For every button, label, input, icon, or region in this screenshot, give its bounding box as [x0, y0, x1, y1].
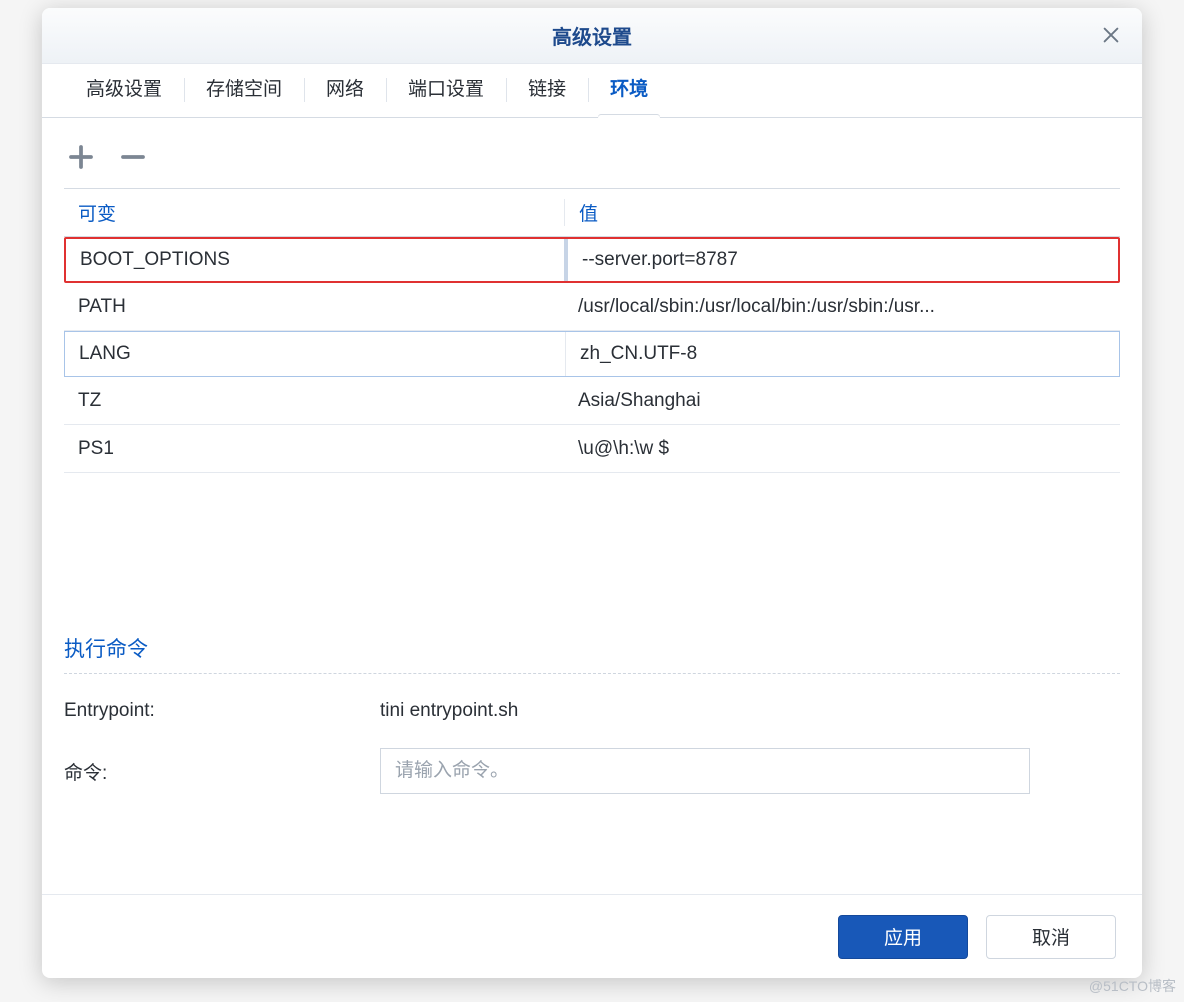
cell-variable[interactable]: BOOT_OPTIONS: [66, 249, 564, 271]
remove-button[interactable]: [116, 140, 150, 174]
cell-variable[interactable]: PATH: [64, 296, 564, 318]
tab-network[interactable]: 网络: [304, 63, 386, 117]
cancel-button[interactable]: 取消: [986, 915, 1116, 959]
cell-value[interactable]: /usr/local/sbin:/usr/local/bin:/usr/sbin…: [564, 296, 1120, 318]
cell-variable[interactable]: LANG: [65, 343, 565, 365]
table-row[interactable]: PATH /usr/local/sbin:/usr/local/bin:/usr…: [64, 283, 1120, 331]
table-row[interactable]: PS1 \u@\h:\w $: [64, 425, 1120, 473]
cell-value[interactable]: --server.port=8787: [564, 239, 1118, 281]
exec-section-title: 执行命令: [64, 633, 1120, 674]
entrypoint-label: Entrypoint:: [64, 700, 380, 722]
settings-dialog: 高级设置 高级设置 存储空间 网络 端口设置 链接 环境 可变 值: [42, 8, 1142, 978]
command-row: 命令:: [64, 748, 1120, 794]
minus-icon: [118, 142, 148, 172]
col-value[interactable]: 值: [564, 199, 1120, 226]
tab-bar: 高级设置 存储空间 网络 端口设置 链接 环境: [42, 64, 1142, 118]
dialog-title: 高级设置: [552, 21, 632, 50]
entrypoint-value: tini entrypoint.sh: [380, 700, 1120, 722]
env-toolbar: [64, 136, 1120, 188]
cell-value[interactable]: \u@\h:\w $: [564, 438, 1120, 460]
entrypoint-row: Entrypoint: tini entrypoint.sh: [64, 700, 1120, 722]
tab-storage[interactable]: 存储空间: [184, 63, 304, 117]
cell-value[interactable]: zh_CN.UTF-8: [565, 332, 1119, 376]
add-button[interactable]: [64, 140, 98, 174]
title-bar: 高级设置: [42, 8, 1142, 64]
env-table: 可变 值 BOOT_OPTIONS --server.port=8787 PAT…: [64, 188, 1120, 473]
close-button[interactable]: [1100, 24, 1124, 48]
tab-advanced[interactable]: 高级设置: [64, 63, 184, 117]
cell-value[interactable]: Asia/Shanghai: [564, 390, 1120, 412]
table-row[interactable]: TZ Asia/Shanghai: [64, 377, 1120, 425]
watermark: @51CTO博客: [1089, 976, 1176, 996]
tab-content: 可变 值 BOOT_OPTIONS --server.port=8787 PAT…: [42, 118, 1142, 894]
apply-button[interactable]: 应用: [838, 915, 968, 959]
tab-environment[interactable]: 环境: [588, 63, 670, 117]
plus-icon: [66, 142, 96, 172]
table-row[interactable]: LANG zh_CN.UTF-8: [64, 331, 1120, 377]
tab-ports[interactable]: 端口设置: [386, 63, 506, 117]
close-icon: [1100, 24, 1122, 46]
cell-variable[interactable]: TZ: [64, 390, 564, 412]
table-header: 可变 值: [64, 189, 1120, 237]
col-variable[interactable]: 可变: [64, 199, 564, 226]
cell-variable[interactable]: PS1: [64, 438, 564, 460]
table-row[interactable]: BOOT_OPTIONS --server.port=8787: [64, 237, 1120, 283]
table-body: BOOT_OPTIONS --server.port=8787 PATH /us…: [64, 237, 1120, 473]
dialog-footer: 应用 取消: [42, 894, 1142, 978]
command-label: 命令:: [64, 758, 380, 785]
command-input[interactable]: [380, 748, 1030, 794]
tab-links[interactable]: 链接: [506, 63, 588, 117]
